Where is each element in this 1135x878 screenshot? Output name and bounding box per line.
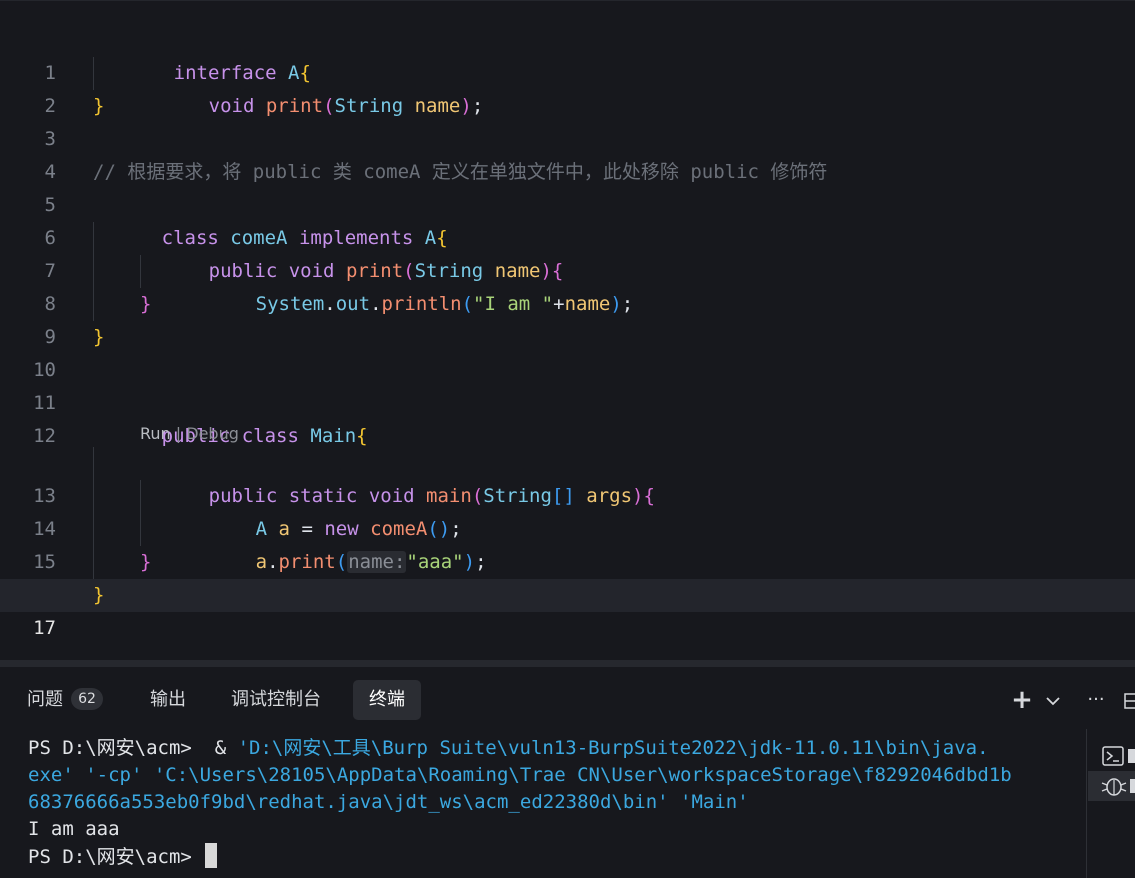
code-line-10[interactable]: 10 } bbox=[0, 321, 1135, 381]
code-line-16[interactable]: 16 } bbox=[0, 546, 1135, 606]
tab-problems[interactable]: 问题 62 bbox=[27, 680, 103, 720]
code-line-5[interactable]: 5 // 根据要求，将 public 类 comeA 定义在单独文件中，此处移除… bbox=[0, 156, 1135, 216]
code-line-12[interactable]: 12 public class Main{ bbox=[0, 387, 1135, 447]
terminal-cursor bbox=[205, 843, 218, 868]
bracket: } bbox=[93, 584, 105, 606]
terminal-prompt: PS D:\网安\acm> bbox=[28, 846, 204, 868]
debug-bug-icon bbox=[1101, 778, 1135, 796]
new-terminal-plus-icon[interactable]: + bbox=[1010, 681, 1034, 719]
tab-label: 终端 bbox=[369, 689, 405, 710]
terminal-icon bbox=[1102, 746, 1135, 766]
codelens-debug-link[interactable]: Debug bbox=[186, 424, 239, 443]
indent-guide bbox=[93, 546, 94, 579]
terminal-call-operator: & bbox=[203, 737, 238, 759]
class-name: Main bbox=[310, 425, 357, 447]
code-line-3[interactable]: 3 } bbox=[0, 90, 1135, 150]
bracket: { bbox=[356, 425, 368, 447]
bracket: } bbox=[140, 551, 152, 573]
bracket: } bbox=[93, 326, 105, 348]
code-line-14[interactable]: 14 A a = new comeA(); bbox=[0, 480, 1135, 540]
problems-count-badge: 62 bbox=[71, 688, 103, 710]
code-line-9[interactable]: 9 } bbox=[0, 288, 1135, 348]
code-line-11[interactable]: 11 bbox=[0, 354, 1135, 414]
terminal-line-1: PS D:\网安\acm> & 'D:\网安\工具\Burp Suite\vul… bbox=[28, 735, 1078, 762]
indent-guide bbox=[93, 57, 94, 90]
indent-guide bbox=[93, 480, 94, 513]
indent-guide bbox=[93, 255, 94, 288]
tab-debug-console[interactable]: 调试控制台 bbox=[231, 680, 321, 720]
terminal-output[interactable]: PS D:\网安\acm> & 'D:\网安\工具\Burp Suite\vul… bbox=[28, 735, 1078, 871]
layout-icon bbox=[1124, 692, 1135, 709]
indent-guide bbox=[93, 513, 94, 546]
terminal-instance-list bbox=[1086, 729, 1135, 878]
terminal-program-output: I am aaa bbox=[28, 818, 120, 840]
terminal-prompt: PS D:\网安\acm> bbox=[28, 737, 204, 759]
keyword: class bbox=[241, 425, 299, 447]
line-number: 17 bbox=[33, 617, 56, 639]
chevron-down-icon bbox=[1046, 696, 1060, 705]
code-line-17-current[interactable]: 17 } bbox=[0, 579, 1135, 639]
indent-guide bbox=[140, 480, 141, 513]
tab-label: 调试控制台 bbox=[231, 689, 321, 710]
codelens-separator: | bbox=[170, 424, 187, 443]
codelens: Run | Debug bbox=[140, 421, 239, 447]
bottom-panel: 问题 62 输出 调试控制台 终端 + ··· PS D:\网安\acm> & '… bbox=[0, 667, 1135, 878]
tab-terminal[interactable]: 终端 bbox=[353, 680, 421, 720]
tab-output[interactable]: 输出 bbox=[150, 680, 186, 720]
panel-resize-sash[interactable] bbox=[0, 660, 1135, 667]
terminal-command: 'D:\网安\工具\Burp Suite\vuln13-BurpSuite202… bbox=[237, 737, 989, 759]
bracket: } bbox=[140, 293, 152, 315]
tab-label: 输出 bbox=[150, 689, 186, 710]
codelens-run-link[interactable]: Run bbox=[140, 424, 171, 443]
bracket: } bbox=[93, 95, 105, 117]
code-line-7[interactable]: 7 public void print(String name){ bbox=[0, 222, 1135, 282]
code-editor[interactable]: 1 interface A{ 2 void print(String name)… bbox=[0, 0, 1135, 661]
indent-guide bbox=[93, 288, 94, 321]
more-actions-icon[interactable]: ··· bbox=[1082, 681, 1110, 719]
code-line-6[interactable]: 6 class comeA implements A{ bbox=[0, 189, 1135, 249]
code-line-4[interactable]: 4 bbox=[0, 123, 1135, 183]
terminal-instance-debug[interactable] bbox=[1088, 771, 1135, 801]
terminal-line-5: PS D:\网安\acm> bbox=[28, 843, 1078, 871]
code-line-15[interactable]: 15 a.print(name:"aaa"); bbox=[0, 513, 1135, 573]
indent-guide bbox=[93, 447, 94, 480]
terminal-line-2: exe' '-cp' 'C:\Users\28105\AppData\Roami… bbox=[28, 764, 1012, 786]
code-line-2[interactable]: 2 void print(String name); bbox=[0, 57, 1135, 117]
terminal-dropdown-chevron-icon[interactable] bbox=[1042, 681, 1064, 719]
panel-layout-icon[interactable] bbox=[1122, 681, 1135, 719]
code-line-1[interactable]: 1 interface A{ bbox=[0, 24, 1135, 84]
code-line-8[interactable]: 8 System.out.println("I am "+name); bbox=[0, 255, 1135, 315]
comment: // 根据要求，将 public 类 comeA 定义在单独文件中，此处移除 p… bbox=[93, 161, 828, 183]
code-line-13[interactable]: 13 public static void main(String[] args… bbox=[0, 447, 1135, 507]
terminal-line-3: 68376666a553eb0f9bd\redhat.java\jdt_ws\a… bbox=[28, 791, 749, 813]
terminal-instance-powershell[interactable] bbox=[1088, 741, 1135, 771]
indent-guide bbox=[140, 513, 141, 546]
tab-label: 问题 bbox=[27, 689, 63, 710]
indent-guide bbox=[93, 222, 94, 255]
indent-guide bbox=[140, 255, 141, 288]
